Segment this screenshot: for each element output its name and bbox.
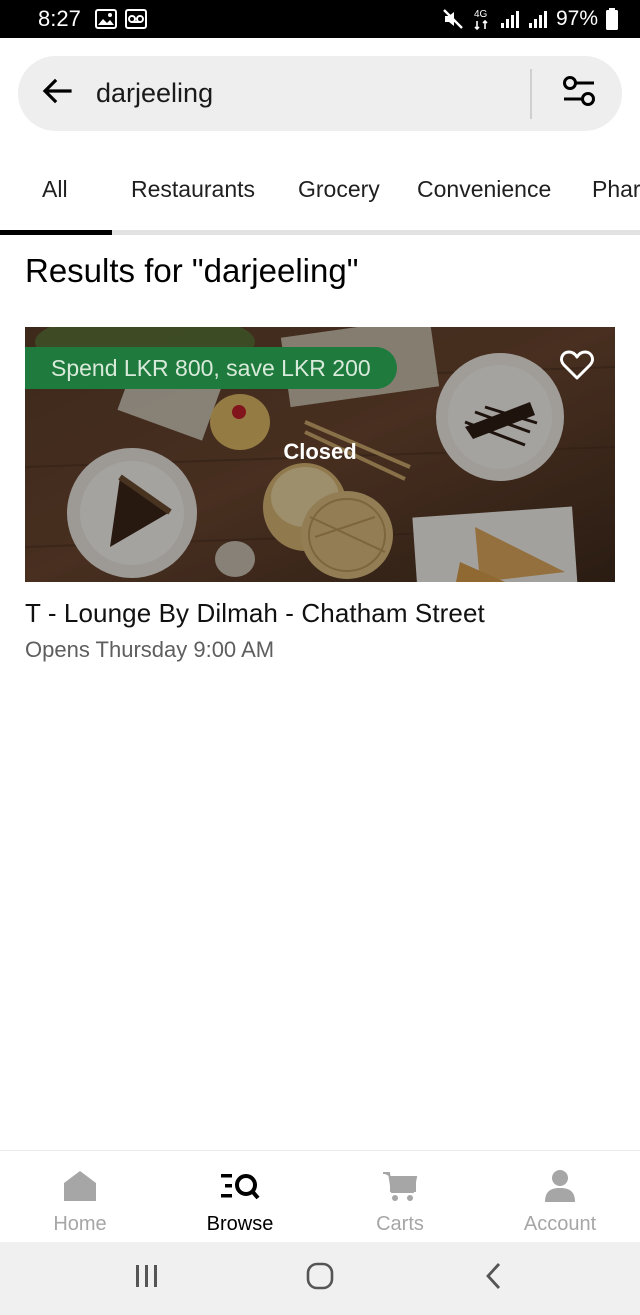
tab-active-indicator: [0, 230, 112, 235]
voicemail-icon: [124, 9, 147, 29]
search-bar: [18, 56, 622, 131]
tab-grocery[interactable]: Grocery: [298, 176, 380, 203]
nav-account-label: Account: [523, 1213, 597, 1235]
nav-carts-label: Carts: [376, 1213, 424, 1235]
recent-apps-icon: [134, 1264, 160, 1293]
account-icon: [540, 1167, 580, 1205]
bottom-nav: Home Browse Carts Account: [0, 1150, 640, 1242]
results-title: Results for "darjeeling": [25, 252, 359, 289]
chevron-left-icon: [484, 1262, 502, 1295]
category-tabs: All Restaurants Grocery Convenience Phar: [0, 150, 640, 238]
browse-search-icon: [220, 1167, 260, 1205]
closed-label: Closed: [283, 439, 357, 464]
search-divider: [530, 68, 532, 119]
search-input[interactable]: [94, 56, 530, 131]
back-system-button[interactable]: [463, 1249, 523, 1309]
store-image[interactable]: Spend LKR 800, save LKR 200 Closed: [25, 327, 615, 582]
store-name[interactable]: T - Lounge By Dilmah - Chatham Street: [25, 598, 615, 629]
promo-badge: Spend LKR 800, save LKR 200: [25, 347, 397, 389]
nav-home[interactable]: Home: [0, 1151, 160, 1243]
recent-apps-button[interactable]: [117, 1249, 177, 1309]
favorite-button[interactable]: [557, 345, 597, 385]
status-bar: 8:27 4G 97%: [0, 0, 640, 38]
tab-all[interactable]: All: [42, 176, 68, 203]
cart-icon: [380, 1167, 420, 1205]
status-right: 4G 97%: [442, 7, 618, 31]
home-icon: [60, 1167, 100, 1205]
back-button[interactable]: [20, 56, 94, 131]
gallery-icon: [94, 9, 117, 29]
filter-button[interactable]: [536, 56, 622, 131]
battery-icon: [606, 8, 618, 30]
tab-restaurants[interactable]: Restaurants: [131, 176, 255, 203]
arrow-left-icon: [42, 78, 72, 109]
tab-pharmacy[interactable]: Phar: [592, 176, 640, 203]
system-nav-bar: [0, 1242, 640, 1315]
screen: 8:27 4G 97% darjeeling All Restaurants G…: [0, 0, 640, 1315]
store-hours: Opens Thursday 9:00 AM: [25, 637, 275, 662]
home-system-button[interactable]: [290, 1249, 350, 1309]
home-circle-icon: [306, 1262, 334, 1295]
store-card[interactable]: Spend LKR 800, save LKR 200 Closed T - L…: [25, 327, 615, 663]
nav-carts[interactable]: Carts: [320, 1151, 480, 1243]
battery-percent: 97%: [555, 7, 598, 30]
status-time: 8:27: [38, 6, 81, 31]
status-left: 8:27: [38, 6, 147, 32]
mute-icon: [442, 8, 464, 30]
nav-account[interactable]: Account: [480, 1151, 640, 1243]
network-4g-icon: 4G: [472, 7, 492, 31]
signal-icon-2: [528, 9, 548, 29]
svg-text:4G: 4G: [474, 9, 488, 20]
sliders-icon: [562, 75, 596, 112]
heart-icon: [560, 350, 594, 380]
tab-convenience[interactable]: Convenience: [417, 176, 551, 203]
nav-browse[interactable]: Browse: [160, 1151, 320, 1243]
nav-browse-label: Browse: [206, 1213, 274, 1235]
nav-home-label: Home: [53, 1213, 107, 1235]
signal-icon-1: [500, 9, 520, 29]
